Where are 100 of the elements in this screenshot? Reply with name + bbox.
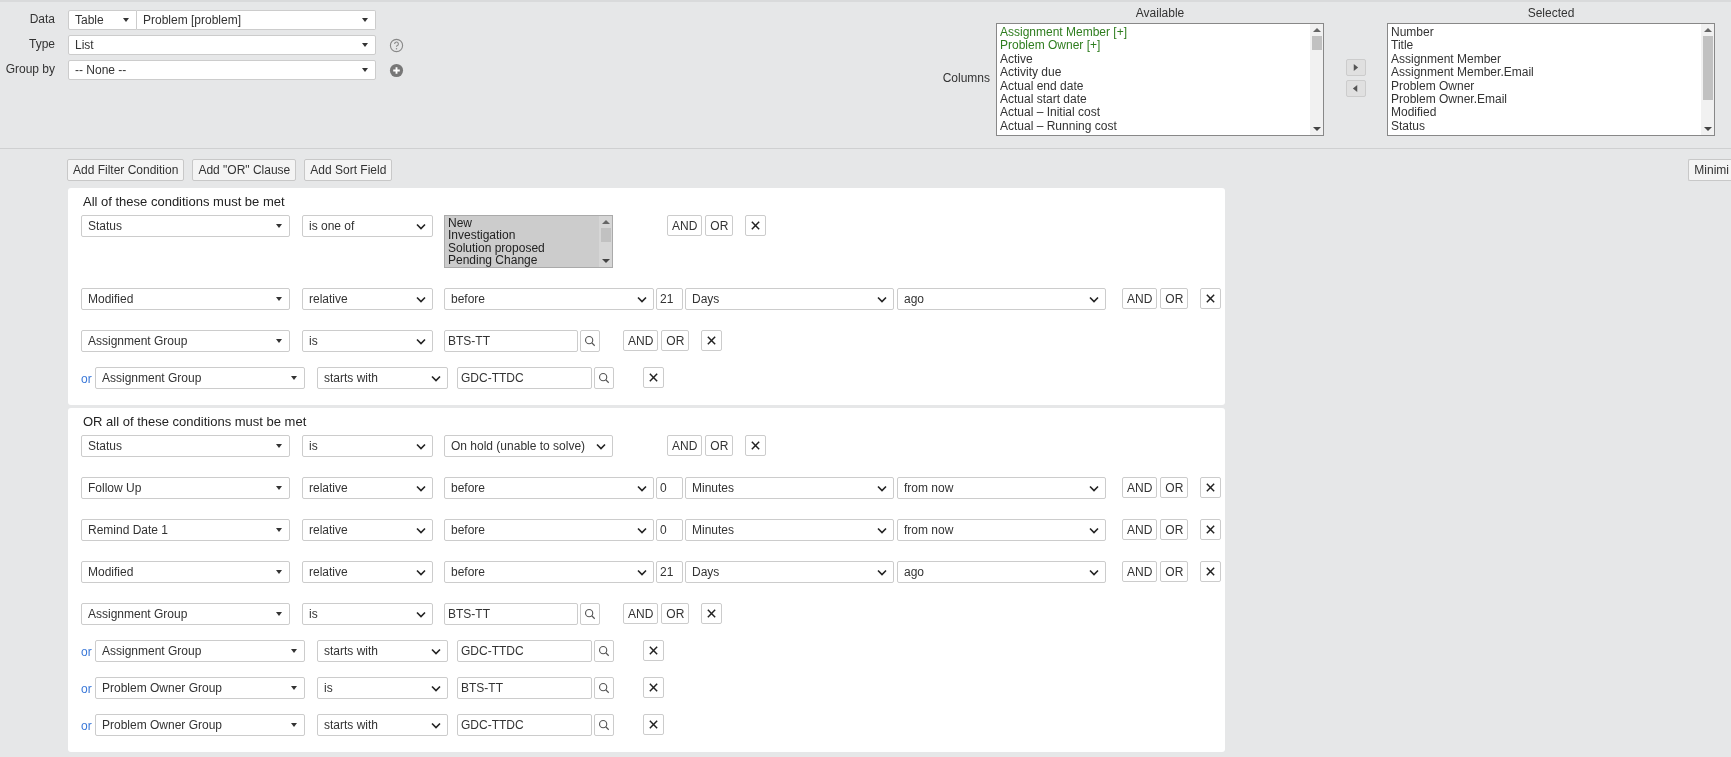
condition-button[interactable]: AND: [667, 215, 703, 236]
remove-condition-button[interactable]: [701, 603, 723, 624]
field-dropdown[interactable]: Assignment Group: [95, 367, 305, 389]
list-item[interactable]: Active: [1000, 52, 1307, 67]
list-item[interactable]: Actual start date: [1000, 93, 1307, 107]
list-option[interactable]: New: [448, 217, 596, 230]
condition-button[interactable]: AND: [1122, 477, 1158, 498]
timing-dropdown[interactable]: from now: [897, 519, 1106, 541]
remove-condition-button[interactable]: [643, 367, 664, 388]
value-field[interactable]: BTS-TT: [444, 603, 578, 625]
operator-dropdown[interactable]: relative: [302, 477, 433, 499]
condition-button[interactable]: AND: [623, 603, 659, 624]
list-item[interactable]: Problem Owner [+]: [1000, 39, 1307, 53]
type-dropdown[interactable]: List: [68, 35, 376, 55]
operator-dropdown[interactable]: relative: [302, 519, 433, 541]
field-dropdown[interactable]: Assignment Group: [81, 330, 290, 352]
toolbar-button[interactable]: Add Filter Condition: [67, 159, 185, 181]
lookup-button[interactable]: [594, 714, 614, 736]
direction-dropdown[interactable]: before: [444, 477, 654, 499]
field-dropdown[interactable]: Assignment Group: [95, 640, 305, 662]
direction-dropdown[interactable]: before: [444, 288, 654, 310]
source-dropdown[interactable]: Table: [68, 10, 137, 30]
unit-dropdown[interactable]: Days: [685, 561, 894, 583]
list-item[interactable]: Assignment Member.Email: [1391, 66, 1698, 80]
unit-dropdown[interactable]: Minutes: [685, 477, 894, 499]
value-field[interactable]: GDC-TTDC: [457, 714, 592, 736]
condition-button[interactable]: OR: [705, 215, 734, 236]
field-dropdown[interactable]: Modified: [81, 561, 290, 583]
operator-dropdown[interactable]: is one of: [302, 215, 433, 237]
remove-condition-button[interactable]: [1200, 519, 1222, 540]
list-item[interactable]: Actual – Initial cost: [1000, 106, 1307, 120]
value-dropdown[interactable]: On hold (unable to solve): [444, 435, 613, 457]
list-item[interactable]: Assignment Member [+]: [1000, 26, 1307, 40]
operator-dropdown[interactable]: relative: [302, 561, 433, 583]
remove-condition-button[interactable]: [745, 435, 767, 456]
condition-button[interactable]: OR: [1160, 561, 1189, 582]
or-link[interactable]: or: [81, 367, 95, 386]
amount-field[interactable]: 21: [656, 561, 683, 583]
scrollbar[interactable]: [1310, 24, 1323, 135]
lookup-button[interactable]: [580, 330, 600, 352]
remove-condition-button[interactable]: [1200, 288, 1222, 309]
field-dropdown[interactable]: Follow Up: [81, 477, 290, 499]
scrollbar[interactable]: [1701, 24, 1714, 135]
list-option[interactable]: Pending Change: [448, 254, 596, 267]
operator-dropdown[interactable]: is: [302, 330, 433, 352]
or-link[interactable]: or: [81, 640, 95, 659]
condition-button[interactable]: OR: [1160, 477, 1189, 498]
add-icon[interactable]: [389, 62, 404, 78]
condition-button[interactable]: OR: [1160, 288, 1189, 309]
remove-condition-button[interactable]: [643, 677, 664, 698]
lookup-button[interactable]: [594, 367, 614, 389]
move-left-button[interactable]: [1345, 80, 1366, 97]
minimize-button[interactable]: Minimi: [1688, 159, 1731, 181]
remove-condition-button[interactable]: [745, 215, 767, 236]
scrollbar[interactable]: [599, 216, 612, 267]
condition-button[interactable]: AND: [1122, 288, 1158, 309]
selected-list[interactable]: Number Title Assignment Member Assignment Member.Email Problem Owner Problem Owner.Email Modified Status: [1387, 23, 1715, 136]
field-dropdown[interactable]: Problem Owner Group: [95, 714, 305, 736]
condition-button[interactable]: AND: [1122, 561, 1158, 582]
lookup-button[interactable]: [580, 603, 600, 625]
list-item[interactable]: Title: [1391, 39, 1698, 53]
list-option[interactable]: Investigation: [448, 229, 596, 242]
remove-condition-button[interactable]: [701, 330, 723, 351]
value-field[interactable]: GDC-TTDC: [457, 640, 592, 662]
list-item[interactable]: Assignment Member: [1391, 52, 1698, 67]
list-item[interactable]: Modified: [1391, 106, 1698, 120]
operator-dropdown[interactable]: is: [302, 603, 433, 625]
condition-button[interactable]: OR: [1160, 519, 1189, 540]
condition-button[interactable]: AND: [667, 435, 703, 456]
list-item[interactable]: Actual – Running cost: [1000, 119, 1307, 134]
remove-condition-button[interactable]: [1200, 477, 1222, 498]
list-item[interactable]: Status: [1391, 119, 1698, 134]
unit-dropdown[interactable]: Days: [685, 288, 894, 310]
field-dropdown[interactable]: Modified: [81, 288, 290, 310]
list-option[interactable]: Solution proposed: [448, 241, 596, 255]
or-link[interactable]: or: [81, 677, 95, 696]
field-dropdown[interactable]: Remind Date 1: [81, 519, 290, 541]
value-field[interactable]: BTS-TT: [444, 330, 578, 352]
value-field[interactable]: BTS-TT: [457, 677, 592, 699]
list-item[interactable]: Problem Owner: [1391, 79, 1698, 94]
operator-dropdown[interactable]: relative: [302, 288, 433, 310]
condition-button[interactable]: OR: [661, 603, 690, 624]
group-by-dropdown[interactable]: -- None --: [68, 60, 376, 80]
list-item[interactable]: Problem Owner.Email: [1391, 93, 1698, 107]
available-list[interactable]: Assignment Member [+] Problem Owner [+] Active Activity due Actual end date Actual start date Actual – Initial cost Actual – Running cost: [996, 23, 1324, 136]
amount-field[interactable]: 0: [656, 477, 683, 499]
direction-dropdown[interactable]: before: [444, 561, 654, 583]
lookup-button[interactable]: [594, 640, 614, 662]
help-icon[interactable]: [389, 37, 404, 53]
remove-condition-button[interactable]: [1200, 561, 1222, 582]
list-item[interactable]: Actual end date: [1000, 79, 1307, 94]
operator-dropdown[interactable]: is: [302, 435, 433, 457]
operator-dropdown[interactable]: starts with: [317, 714, 448, 736]
condition-button[interactable]: OR: [661, 330, 690, 351]
operator-dropdown[interactable]: is: [317, 677, 448, 699]
amount-field[interactable]: 21: [656, 288, 683, 310]
value-field[interactable]: GDC-TTDC: [457, 367, 592, 389]
toolbar-button[interactable]: Add Sort Field: [304, 159, 393, 181]
timing-dropdown[interactable]: from now: [897, 477, 1106, 499]
direction-dropdown[interactable]: before: [444, 519, 654, 541]
